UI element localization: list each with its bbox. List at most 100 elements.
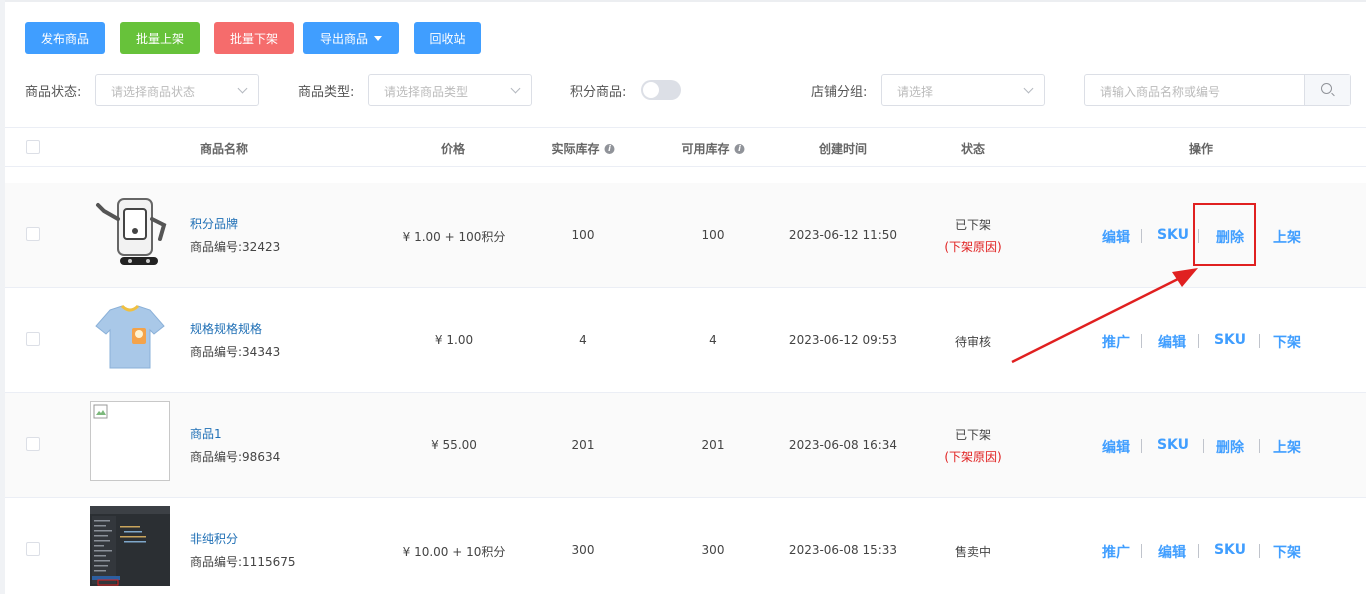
batch-delist-button[interactable]: 批量下架 <box>214 22 294 54</box>
toggle-knob <box>643 82 659 98</box>
batch-delist-label: 批量下架 <box>229 31 278 46</box>
status-select-placeholder: 请选择商品状态 <box>111 85 196 99</box>
product-price: ¥ 55.00 <box>431 438 477 452</box>
info-icon[interactable]: i <box>734 143 745 154</box>
action-separator <box>1198 334 1199 348</box>
recycle-bin-button[interactable]: 回收站 <box>414 22 481 54</box>
product-name[interactable]: 规格规格规格 <box>190 320 262 337</box>
header-name: 商品名称 <box>199 142 249 156</box>
product-price: ¥ 10.00 + 10积分 <box>402 545 506 559</box>
delete-action[interactable]: 删除 <box>1216 437 1244 457</box>
sku-action[interactable]: SKU <box>1157 437 1189 453</box>
type-select-placeholder: 请选择商品类型 <box>384 85 469 99</box>
action-separator <box>1259 439 1260 453</box>
header-created: 创建时间 <box>818 142 868 156</box>
action-separator <box>1141 439 1142 453</box>
group-select-placeholder: 请选择 <box>897 85 934 99</box>
product-name[interactable]: 积分品牌 <box>190 215 238 232</box>
status-select[interactable]: 请选择商品状态 <box>95 74 259 106</box>
search-button[interactable] <box>1304 75 1350 105</box>
status-text: 已下架 <box>954 218 992 232</box>
available-stock: 4 <box>709 333 717 347</box>
search-icon <box>1321 83 1332 94</box>
chevron-down-icon <box>1023 83 1034 94</box>
action-separator <box>1198 544 1199 558</box>
promote-action[interactable]: 推广 <box>1102 332 1130 352</box>
points-filter-label: 积分商品: <box>570 85 627 100</box>
sku-action[interactable]: SKU <box>1214 542 1246 558</box>
table-row: 商品1 商品编号:98634 ¥ 55.00 201 201 2023-06-0… <box>5 393 1366 498</box>
select-all-checkbox[interactable] <box>26 140 40 154</box>
caret-down-icon <box>374 35 382 41</box>
batch-list-button[interactable]: 批量上架 <box>120 22 200 54</box>
delist-reason-link[interactable]: (下架原因) <box>944 238 1001 255</box>
sku-action[interactable]: SKU <box>1157 227 1189 243</box>
product-thumbnail-broken <box>90 401 170 481</box>
delist-action[interactable]: 下架 <box>1273 332 1301 352</box>
product-name[interactable]: 商品1 <box>190 425 222 442</box>
action-separator <box>1141 544 1142 558</box>
edit-action[interactable]: 编辑 <box>1102 437 1130 457</box>
action-separator <box>1259 334 1260 348</box>
type-filter-label: 商品类型: <box>298 85 355 100</box>
table-row: 非纯积分 商品编号:1115675 ¥ 10.00 + 10积分 300 300… <box>5 498 1366 594</box>
product-thumbnail <box>90 191 170 271</box>
action-separator <box>1259 544 1260 558</box>
edit-action[interactable]: 编辑 <box>1102 227 1130 247</box>
available-stock: 300 <box>701 543 725 557</box>
status-text: 已下架 <box>954 428 992 442</box>
product-code: 商品编号:98634 <box>190 450 281 464</box>
info-icon[interactable]: i <box>604 143 615 154</box>
search-input[interactable]: 请输入商品名称或编号 <box>1100 83 1220 100</box>
annotation-highlight-box <box>1193 203 1256 266</box>
list-action[interactable]: 上架 <box>1273 437 1301 457</box>
group-select[interactable]: 请选择 <box>881 74 1045 106</box>
header-actual-stock-label: 实际库存 <box>551 142 600 156</box>
available-stock: 201 <box>701 438 725 452</box>
product-code: 商品编号:1115675 <box>190 555 296 569</box>
status-filter-label: 商品状态: <box>25 85 82 100</box>
edit-action[interactable]: 编辑 <box>1158 542 1186 562</box>
product-thumbnail <box>90 296 170 376</box>
action-separator <box>1203 439 1204 453</box>
batch-list-label: 批量上架 <box>135 31 184 46</box>
list-action[interactable]: 上架 <box>1273 227 1301 247</box>
actual-stock: 4 <box>579 333 587 347</box>
status-text: 待审核 <box>954 335 992 349</box>
table-row: 规格规格规格 商品编号:34343 ¥ 1.00 4 4 2023-06-12 … <box>5 288 1366 393</box>
header-actual-stock: 实际库存 i <box>551 140 615 157</box>
points-product-toggle[interactable] <box>641 80 681 100</box>
created-time: 2023-06-12 09:53 <box>788 333 898 347</box>
header-available-stock-label: 可用库存 <box>681 142 730 156</box>
row-checkbox[interactable] <box>26 332 40 346</box>
promote-action[interactable]: 推广 <box>1102 542 1130 562</box>
product-code: 商品编号:32423 <box>190 240 281 254</box>
row-checkbox[interactable] <box>26 227 40 241</box>
chevron-down-icon <box>237 83 248 94</box>
publish-product-button[interactable]: 发布商品 <box>25 22 105 54</box>
delist-reason-link[interactable]: (下架原因) <box>944 448 1001 465</box>
header-actions: 操作 <box>1188 142 1214 156</box>
created-time: 2023-06-08 16:34 <box>788 438 898 452</box>
table-row: 积分品牌 商品编号:32423 ¥ 1.00 + 100积分 100 100 2… <box>5 183 1366 288</box>
recycle-label: 回收站 <box>429 31 466 46</box>
chevron-down-icon <box>510 83 521 94</box>
status-text: 售卖中 <box>954 545 992 559</box>
type-select[interactable]: 请选择商品类型 <box>368 74 532 106</box>
publish-label: 发布商品 <box>40 31 89 46</box>
actual-stock: 100 <box>571 228 595 242</box>
action-separator <box>1141 229 1142 243</box>
created-time: 2023-06-12 11:50 <box>788 228 898 242</box>
row-checkbox[interactable] <box>26 542 40 556</box>
row-checkbox[interactable] <box>26 437 40 451</box>
created-time: 2023-06-08 15:33 <box>788 543 898 557</box>
header-available-stock: 可用库存 i <box>681 140 745 157</box>
sku-action[interactable]: SKU <box>1214 332 1246 348</box>
edit-action[interactable]: 编辑 <box>1158 332 1186 352</box>
actual-stock: 300 <box>571 543 595 557</box>
product-name[interactable]: 非纯积分 <box>190 530 238 547</box>
actual-stock: 201 <box>571 438 595 452</box>
export-products-button[interactable]: 导出商品 <box>303 22 399 54</box>
product-search[interactable]: 请输入商品名称或编号 <box>1084 74 1351 106</box>
delist-action[interactable]: 下架 <box>1273 542 1301 562</box>
